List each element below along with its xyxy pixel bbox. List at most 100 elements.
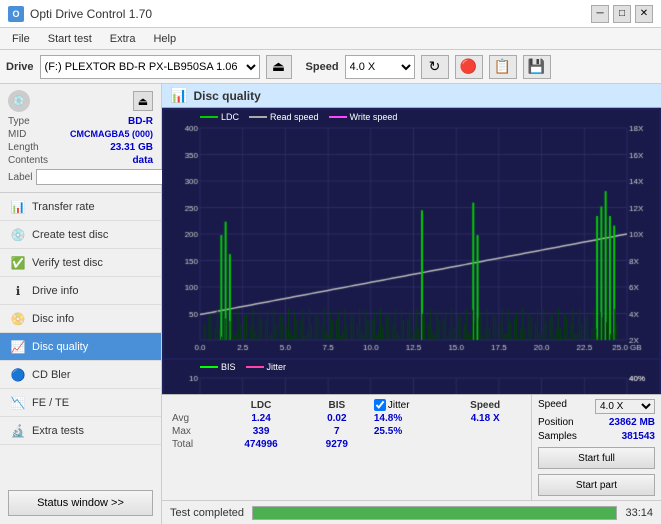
app-title: Opti Drive Control 1.70 [30,7,152,21]
menu-extra[interactable]: Extra [102,31,144,47]
disc-eject-btn[interactable]: ⏏ [133,91,153,111]
avg-bis: 0.02 [304,412,370,425]
nav-disc-info[interactable]: 📀 Disc info [0,305,161,333]
speed-select[interactable]: 4.0 X [345,55,415,79]
ldc-legend: LDC [200,112,239,122]
verify-test-disc-icon: ✅ [10,255,26,271]
nav-transfer-rate-label: Transfer rate [32,201,95,213]
drive-select[interactable]: (F:) PLEXTOR BD-R PX-LB950SA 1.06 [40,55,260,79]
right-stats-panel: Speed 4.0 X Position 23862 MB Samples 38… [531,395,661,500]
drive-label: Drive [6,61,34,73]
extra-tests-icon: 🔬 [10,423,26,439]
disc-label-key: Label [8,172,32,183]
disc-length-label: Length [8,142,39,153]
nav-verify-test-disc[interactable]: ✅ Verify test disc [0,249,161,277]
start-part-btn[interactable]: Start part [538,474,655,496]
drive-info-icon: ℹ [10,283,26,299]
disc-contents-row: Contents data [8,155,153,166]
nav-extra-tests[interactable]: 🔬 Extra tests [0,417,161,445]
avg-label: Avg [168,412,218,425]
bis-header: BIS [304,398,370,412]
nav-drive-info[interactable]: ℹ Drive info [0,277,161,305]
speed-row: Speed 4.0 X [538,399,655,414]
samples-row: Samples 381543 [538,431,655,442]
chart1-container: LDC Read speed Write speed [164,110,659,358]
menubar: File Start test Extra Help [0,28,661,50]
jitter-checkbox-label: Jitter [374,399,442,411]
minimize-btn[interactable]: ─ [591,5,609,23]
total-bis: 9279 [304,438,370,451]
position-label: Position [538,417,574,428]
stats-table: LDC BIS Jitter Speed Avg 1.2 [168,398,525,451]
disc-icon: 💿 [8,90,30,112]
jitter-legend: Jitter [246,362,287,372]
titlebar-left: O Opti Drive Control 1.70 [8,6,152,22]
nav-verify-test-disc-label: Verify test disc [32,257,103,269]
nav-disc-quality-label: Disc quality [32,341,88,353]
disc-type-value: BD-R [128,116,153,127]
nav-transfer-rate[interactable]: 📊 Transfer rate [0,193,161,221]
disc-length-row: Length 23.31 GB [8,142,153,153]
disc-type-row: Type BD-R [8,116,153,127]
total-label: Total [168,438,218,451]
avg-ldc: 1.24 [218,412,303,425]
transfer-rate-icon: 📊 [10,199,26,215]
drivebar: Drive (F:) PLEXTOR BD-R PX-LB950SA 1.06 … [0,50,661,84]
disc-mid-value: CMCMAGBA5 (000) [70,129,153,140]
start-full-btn[interactable]: Start full [538,447,655,469]
stats-header-row: LDC BIS Jitter Speed [168,398,525,412]
speed-label: Speed [306,61,339,73]
status-window-btn[interactable]: Status window >> [8,490,153,516]
cd-bler-icon: 🔵 [10,367,26,383]
bottom-status-bar: Test completed 33:14 [162,500,661,524]
avg-speed: 4.18 X [445,412,525,425]
maximize-btn[interactable]: □ [613,5,631,23]
jitter-label: Jitter [388,400,410,411]
speed-dropdown[interactable]: 4.0 X [595,399,655,414]
ldc-header: LDC [218,398,303,412]
time-display: 33:14 [625,507,653,519]
samples-value: 381543 [622,431,655,442]
menu-help[interactable]: Help [145,31,184,47]
save-btn[interactable]: 💾 [523,55,551,79]
stats-max-row: Max 339 7 25.5% [168,425,525,438]
disc-quality-icon: 📈 [10,339,26,355]
app-icon: O [8,6,24,22]
nav-extra-tests-label: Extra tests [32,425,84,437]
nav-disc-info-label: Disc info [32,313,74,325]
total-ldc: 474996 [218,438,303,451]
speed-header: Speed [445,398,525,412]
nav-create-test-disc[interactable]: 💿 Create test disc [0,221,161,249]
menu-file[interactable]: File [4,31,38,47]
speed-static-label: Speed [538,399,567,414]
max-ldc: 339 [218,425,303,438]
jitter-checkbox[interactable] [374,399,386,411]
nav-drive-info-label: Drive info [32,285,78,297]
max-label: Max [168,425,218,438]
status-text: Test completed [170,507,244,519]
disc-mid-label: MID [8,129,26,140]
nav-cd-bler[interactable]: 🔵 CD Bler [0,361,161,389]
copy-btn[interactable]: 📋 [489,55,517,79]
disc-contents-label: Contents [8,155,48,166]
chart2-legend: BIS Jitter [200,362,286,372]
disc-info-panel: 💿 ⏏ Type BD-R MID CMCMAGBA5 (000) Length… [0,84,161,193]
close-btn[interactable]: ✕ [635,5,653,23]
burn-btn[interactable]: 🔴 [455,55,483,79]
samples-label: Samples [538,431,577,442]
nav-disc-quality[interactable]: 📈 Disc quality [0,333,161,361]
disc-quality-title: Disc quality [193,89,260,103]
eject-btn[interactable]: ⏏ [266,55,292,79]
disc-label-input[interactable] [36,169,174,185]
sidebar: 💿 ⏏ Type BD-R MID CMCMAGBA5 (000) Length… [0,84,162,524]
chart1-legend: LDC Read speed Write speed [200,112,397,122]
position-value: 23862 MB [609,417,655,428]
disc-length-value: 23.31 GB [110,142,153,153]
stats-total-row: Total 474996 9279 [168,438,525,451]
disc-quality-header-icon: 📊 [170,87,187,104]
menu-start-test[interactable]: Start test [40,31,100,47]
nav-fe-te[interactable]: 📉 FE / TE [0,389,161,417]
max-jitter: 25.5% [370,425,446,438]
disc-info-icon: 📀 [10,311,26,327]
refresh-btn[interactable]: ↻ [421,55,449,79]
